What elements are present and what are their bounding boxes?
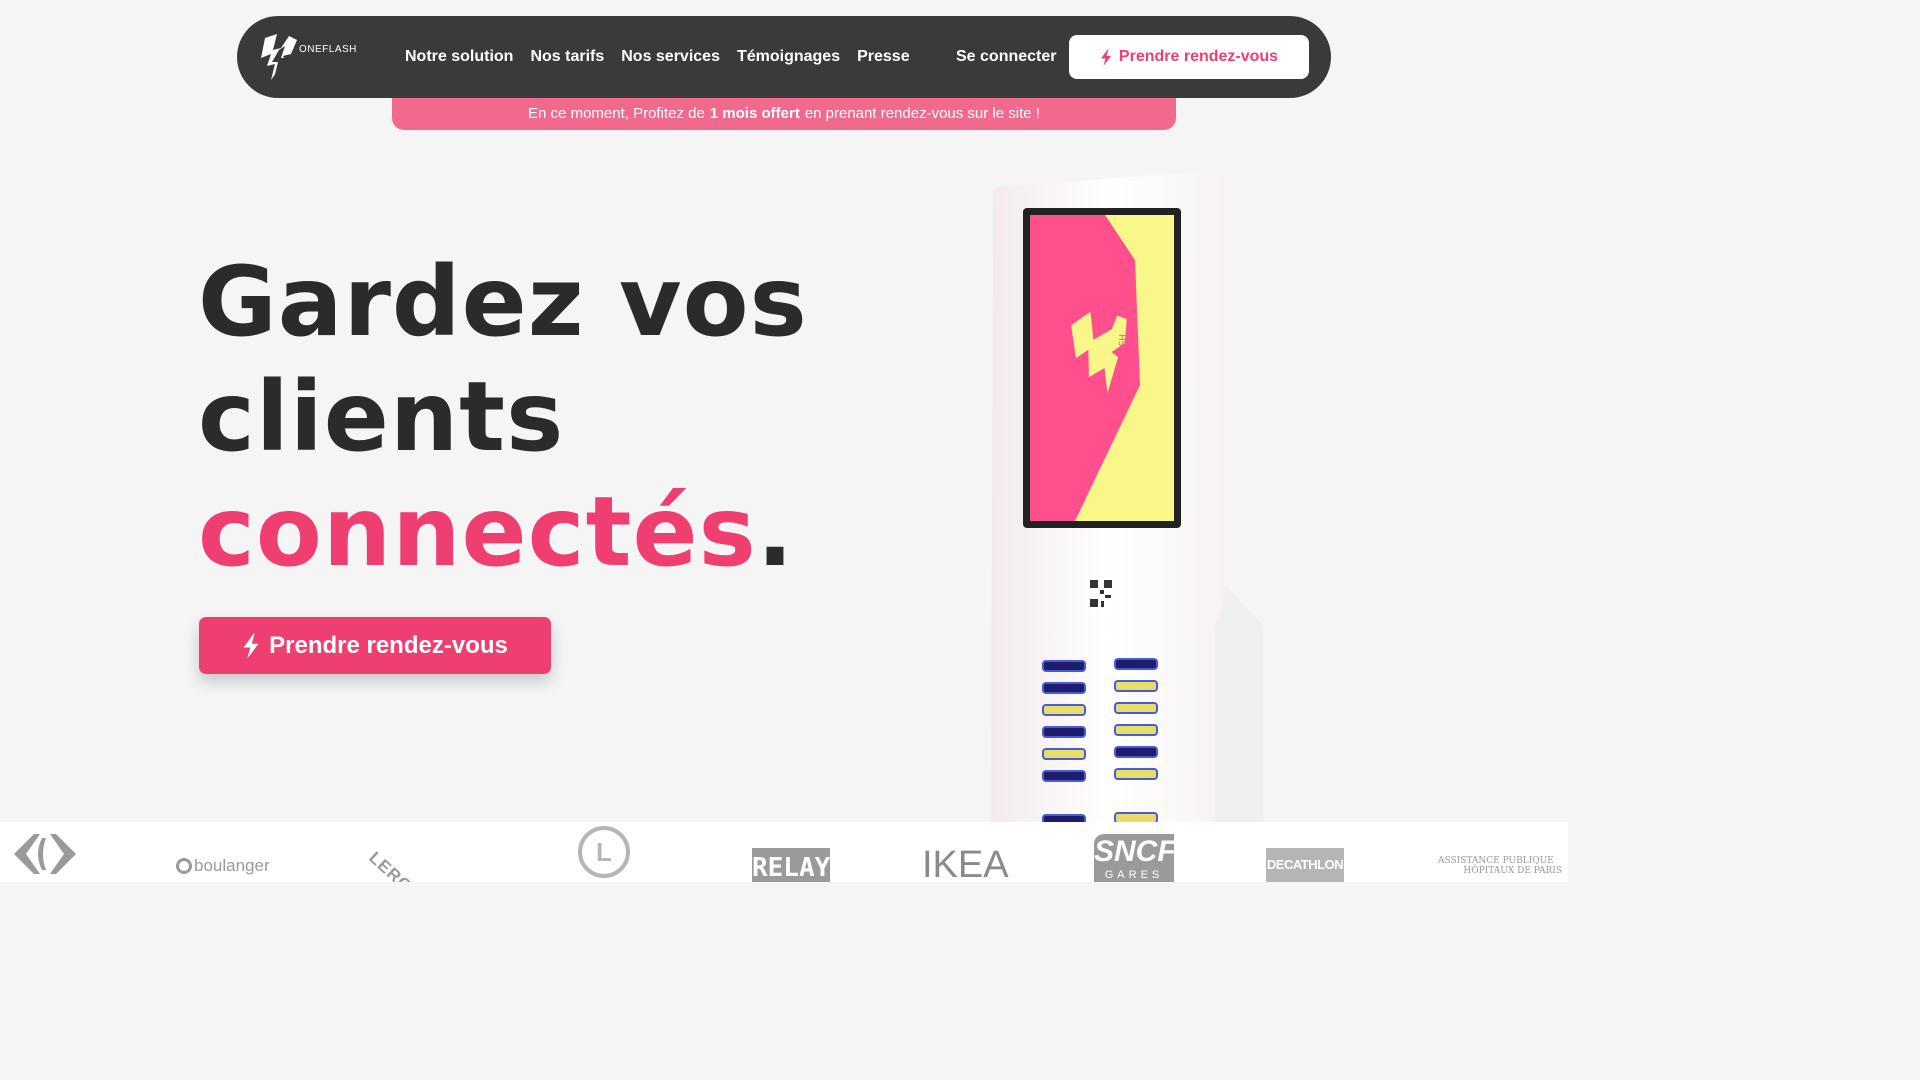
nav-appointment-button[interactable]: Prendre rendez-vous (1069, 35, 1309, 79)
partner-logos-strip: boulanger LEROY MERLIN L RELAY IKEA SNCF… (0, 822, 1568, 882)
brand-name: ONEFLASH (299, 44, 357, 55)
nav-links: Notre solution Nos tarifs Nos services T… (405, 16, 910, 98)
login-link[interactable]: Se connecter (956, 16, 1056, 98)
lightning-icon (243, 632, 259, 659)
hero-title-dot: . (756, 476, 795, 588)
nav-link-nos-services[interactable]: Nos services (621, 48, 720, 66)
brand-logo[interactable]: ONEFLASH (259, 34, 357, 80)
nav-link-temoignages[interactable]: Témoignages (737, 48, 840, 66)
nav-link-presse[interactable]: Presse (857, 48, 910, 66)
ikea-text: IKEA (922, 844, 1009, 882)
kiosk-screen-brand: ONEFLASH (1117, 334, 1129, 383)
ap-hp-logo: ASSISTANCE PUBLIQUE HÔPITAUX DE PARIS (1438, 856, 1562, 876)
promo-text-after: en prenant rendez-vous sur le site ! (804, 105, 1040, 122)
ap-hp-line1: ASSISTANCE PUBLIQUE (1438, 856, 1554, 866)
boulanger-b-icon (176, 858, 192, 874)
charging-kiosk-image: ONEFLASH (991, 170, 1263, 825)
hero-appointment-button[interactable]: Prendre rendez-vous (199, 617, 551, 674)
promo-highlight: 1 mois offert (709, 105, 800, 122)
leclerc-text: L (596, 836, 612, 867)
hero-title: Gardez vos clients connectés. (198, 245, 808, 590)
nav-appointment-label: Prendre rendez-vous (1118, 48, 1279, 65)
qr-code-icon (1089, 579, 1113, 609)
top-navbar: ONEFLASH Notre solution Nos tarifs Nos s… (237, 16, 1331, 98)
carrefour-logo-icon (14, 834, 76, 874)
nav-link-nos-tarifs[interactable]: Nos tarifs (530, 48, 604, 66)
relay-logo: RELAY (752, 848, 830, 882)
ap-hp-line2: HÔPITAUX DE PARIS (1463, 866, 1562, 876)
leroy-merlin-logo: LEROY MERLIN (365, 848, 482, 882)
leclerc-logo: L (578, 826, 630, 878)
lightning-logo-icon (261, 34, 297, 80)
promo-banner: En ce moment, Profitez de 1 mois offert … (392, 93, 1176, 130)
hero-title-highlight: connectés (198, 476, 757, 588)
nav-link-notre-solution[interactable]: Notre solution (405, 48, 513, 66)
sncf-text: SNCF (1094, 835, 1176, 868)
boulanger-text: boulanger (194, 856, 270, 875)
hero-appointment-label: Prendre rendez-vous (269, 631, 508, 659)
decathlon-text: DECATHLON (1266, 857, 1344, 872)
sncf-sub-text: GARES (1104, 869, 1164, 881)
decathlon-logo: DECATHLON (1266, 848, 1344, 882)
kiosk-screen: ONEFLASH (1023, 208, 1181, 528)
boulanger-logo: boulanger (176, 856, 270, 876)
relay-text: RELAY (752, 853, 831, 882)
hero-title-line2: clients (198, 361, 565, 473)
ikea-logo: IKEA (922, 844, 1009, 882)
leroy-merlin-text: LEROY MERLIN (365, 848, 482, 882)
hero-title-line1: Gardez vos (198, 246, 808, 358)
lightning-icon (1100, 48, 1111, 66)
promo-text-before: En ce moment, Profitez de (528, 105, 705, 122)
sncf-logo: SNCF GARES (1094, 834, 1176, 882)
